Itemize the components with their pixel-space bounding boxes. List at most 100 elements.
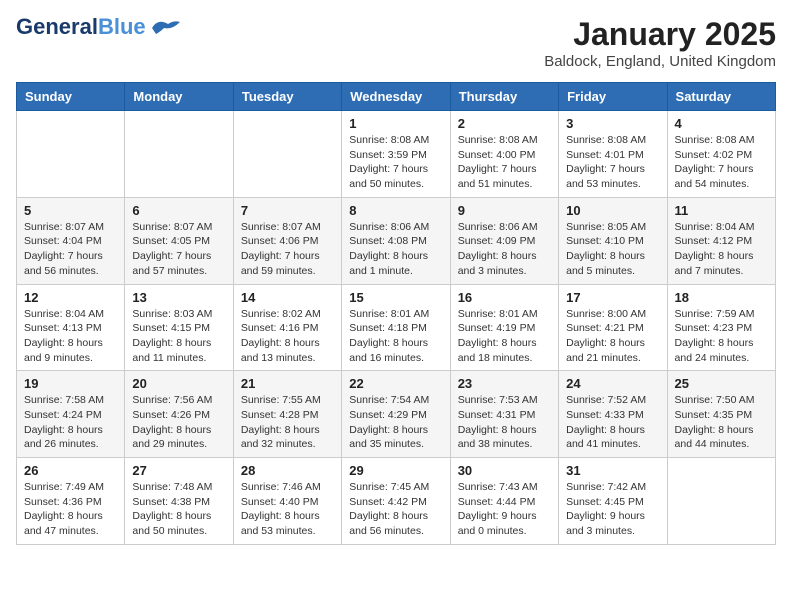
logo: GeneralBlue [16,16,182,38]
calendar-cell: 16Sunrise: 8:01 AM Sunset: 4:19 PM Dayli… [450,284,558,371]
calendar-cell: 22 Sunrise: 7:54 AM Sunset: 4:29 PM Dayli… [342,371,450,458]
day-number: 3 [566,116,659,131]
calendar-cell: 18Sunrise: 7:59 AM Sunset: 4:23 PM Dayli… [667,284,775,371]
day-number: 8 [349,203,442,218]
day-number: 11 [675,203,768,218]
day-number: 22 [349,376,442,391]
day-number: 13 [132,290,225,305]
calendar-cell: 13 Sunrise: 8:03 AM Sunset: 4:15 PM Dayli… [125,284,233,371]
day-info: Sunrise: 7:52 AM Sunset: 4:33 PM Dayligh… [566,393,659,452]
day-number: 9 [458,203,551,218]
day-number: 20 [132,376,225,391]
calendar-cell: 5Sunrise: 8:07 AM Sunset: 4:04 PM Daylig… [17,197,125,284]
day-info: Sunrise: 7:54 AM Sunset: 4:29 PM Dayligh… [349,393,442,452]
calendar-cell: 3 Sunrise: 8:08 AM Sunset: 4:01 PM Daylig… [559,111,667,198]
calendar-cell: 9 Sunrise: 8:06 AM Sunset: 4:09 PM Daylig… [450,197,558,284]
day-info: Sunrise: 7:45 AM Sunset: 4:42 PM Dayligh… [349,480,442,539]
day-number: 16 [458,290,551,305]
day-info: Sunrise: 8:01 AM Sunset: 4:18 PM Dayligh… [349,307,442,366]
location: Baldock, England, United Kingdom [544,53,776,70]
calendar-cell: 26 Sunrise: 7:49 AM Sunset: 4:36 PM Dayli… [17,458,125,545]
day-number: 7 [241,203,334,218]
day-info: Sunrise: 7:49 AM Sunset: 4:36 PM Dayligh… [24,480,117,539]
calendar-week-1: 1 Sunrise: 8:08 AM Sunset: 3:59 PM Daylig… [17,111,776,198]
day-number: 23 [458,376,551,391]
logo-text: GeneralBlue [16,16,146,38]
weekday-header-tuesday: Tuesday [233,83,341,111]
calendar-cell: 12 Sunrise: 8:04 AM Sunset: 4:13 PM Dayli… [17,284,125,371]
day-info: Sunrise: 8:06 AM Sunset: 4:08 PM Dayligh… [349,220,442,279]
calendar-cell [125,111,233,198]
day-info: Sunrise: 8:08 AM Sunset: 4:02 PM Dayligh… [675,133,768,192]
day-number: 2 [458,116,551,131]
day-info: Sunrise: 7:53 AM Sunset: 4:31 PM Dayligh… [458,393,551,452]
day-info: Sunrise: 7:46 AM Sunset: 4:40 PM Dayligh… [241,480,334,539]
title-area: January 2025 Baldock, England, United Ki… [544,16,776,70]
day-info: Sunrise: 8:03 AM Sunset: 4:15 PM Dayligh… [132,307,225,366]
day-number: 24 [566,376,659,391]
calendar-week-2: 5Sunrise: 8:07 AM Sunset: 4:04 PM Daylig… [17,197,776,284]
day-info: Sunrise: 8:05 AM Sunset: 4:10 PM Dayligh… [566,220,659,279]
weekday-header-friday: Friday [559,83,667,111]
day-info: Sunrise: 8:07 AM Sunset: 4:04 PM Dayligh… [24,220,117,279]
day-info: Sunrise: 7:55 AM Sunset: 4:28 PM Dayligh… [241,393,334,452]
day-number: 28 [241,463,334,478]
calendar-cell: 7 Sunrise: 8:07 AM Sunset: 4:06 PM Daylig… [233,197,341,284]
calendar-cell: 1 Sunrise: 8:08 AM Sunset: 3:59 PM Daylig… [342,111,450,198]
day-number: 14 [241,290,334,305]
day-number: 6 [132,203,225,218]
day-info: Sunrise: 8:08 AM Sunset: 4:01 PM Dayligh… [566,133,659,192]
calendar-cell: 25Sunrise: 7:50 AM Sunset: 4:35 PM Dayli… [667,371,775,458]
day-number: 31 [566,463,659,478]
calendar-cell [17,111,125,198]
weekday-header-monday: Monday [125,83,233,111]
weekday-header-sunday: Sunday [17,83,125,111]
day-number: 26 [24,463,117,478]
day-info: Sunrise: 7:42 AM Sunset: 4:45 PM Dayligh… [566,480,659,539]
calendar-cell [233,111,341,198]
day-info: Sunrise: 7:58 AM Sunset: 4:24 PM Dayligh… [24,393,117,452]
day-number: 17 [566,290,659,305]
calendar-cell: 2 Sunrise: 8:08 AM Sunset: 4:00 PM Daylig… [450,111,558,198]
day-info: Sunrise: 7:48 AM Sunset: 4:38 PM Dayligh… [132,480,225,539]
day-number: 1 [349,116,442,131]
calendar-cell: 17 Sunrise: 8:00 AM Sunset: 4:21 PM Dayli… [559,284,667,371]
day-info: Sunrise: 7:59 AM Sunset: 4:23 PM Dayligh… [675,307,768,366]
weekday-header-wednesday: Wednesday [342,83,450,111]
day-number: 21 [241,376,334,391]
weekday-header-saturday: Saturday [667,83,775,111]
calendar-week-5: 26 Sunrise: 7:49 AM Sunset: 4:36 PM Dayli… [17,458,776,545]
calendar-cell: 19 Sunrise: 7:58 AM Sunset: 4:24 PM Dayli… [17,371,125,458]
day-number: 27 [132,463,225,478]
weekday-header-thursday: Thursday [450,83,558,111]
calendar-cell: 15 Sunrise: 8:01 AM Sunset: 4:18 PM Dayli… [342,284,450,371]
calendar-cell: 14Sunrise: 8:02 AM Sunset: 4:16 PM Dayli… [233,284,341,371]
day-info: Sunrise: 8:00 AM Sunset: 4:21 PM Dayligh… [566,307,659,366]
month-title: January 2025 [544,16,776,53]
day-number: 15 [349,290,442,305]
day-info: Sunrise: 8:08 AM Sunset: 4:00 PM Dayligh… [458,133,551,192]
calendar-cell: 21 Sunrise: 7:55 AM Sunset: 4:28 PM Dayli… [233,371,341,458]
calendar-cell: 20Sunrise: 7:56 AM Sunset: 4:26 PM Dayli… [125,371,233,458]
calendar-header-row: SundayMondayTuesdayWednesdayThursdayFrid… [17,83,776,111]
day-info: Sunrise: 8:07 AM Sunset: 4:06 PM Dayligh… [241,220,334,279]
calendar-cell: 4Sunrise: 8:08 AM Sunset: 4:02 PM Daylig… [667,111,775,198]
calendar-cell: 10Sunrise: 8:05 AM Sunset: 4:10 PM Dayli… [559,197,667,284]
day-info: Sunrise: 8:06 AM Sunset: 4:09 PM Dayligh… [458,220,551,279]
calendar-cell: 29Sunrise: 7:45 AM Sunset: 4:42 PM Dayli… [342,458,450,545]
day-number: 12 [24,290,117,305]
day-info: Sunrise: 8:08 AM Sunset: 3:59 PM Dayligh… [349,133,442,192]
calendar-cell: 31 Sunrise: 7:42 AM Sunset: 4:45 PM Dayli… [559,458,667,545]
logo-bird-icon [150,16,182,38]
calendar-cell: 6Sunrise: 8:07 AM Sunset: 4:05 PM Daylig… [125,197,233,284]
day-info: Sunrise: 7:43 AM Sunset: 4:44 PM Dayligh… [458,480,551,539]
calendar-week-3: 12 Sunrise: 8:04 AM Sunset: 4:13 PM Dayli… [17,284,776,371]
calendar-cell [667,458,775,545]
day-number: 19 [24,376,117,391]
calendar-cell: 28 Sunrise: 7:46 AM Sunset: 4:40 PM Dayli… [233,458,341,545]
day-info: Sunrise: 8:04 AM Sunset: 4:13 PM Dayligh… [24,307,117,366]
calendar-week-4: 19 Sunrise: 7:58 AM Sunset: 4:24 PM Dayli… [17,371,776,458]
calendar-table: SundayMondayTuesdayWednesdayThursdayFrid… [16,82,776,545]
calendar-cell: 23 Sunrise: 7:53 AM Sunset: 4:31 PM Dayli… [450,371,558,458]
calendar-cell: 11Sunrise: 8:04 AM Sunset: 4:12 PM Dayli… [667,197,775,284]
